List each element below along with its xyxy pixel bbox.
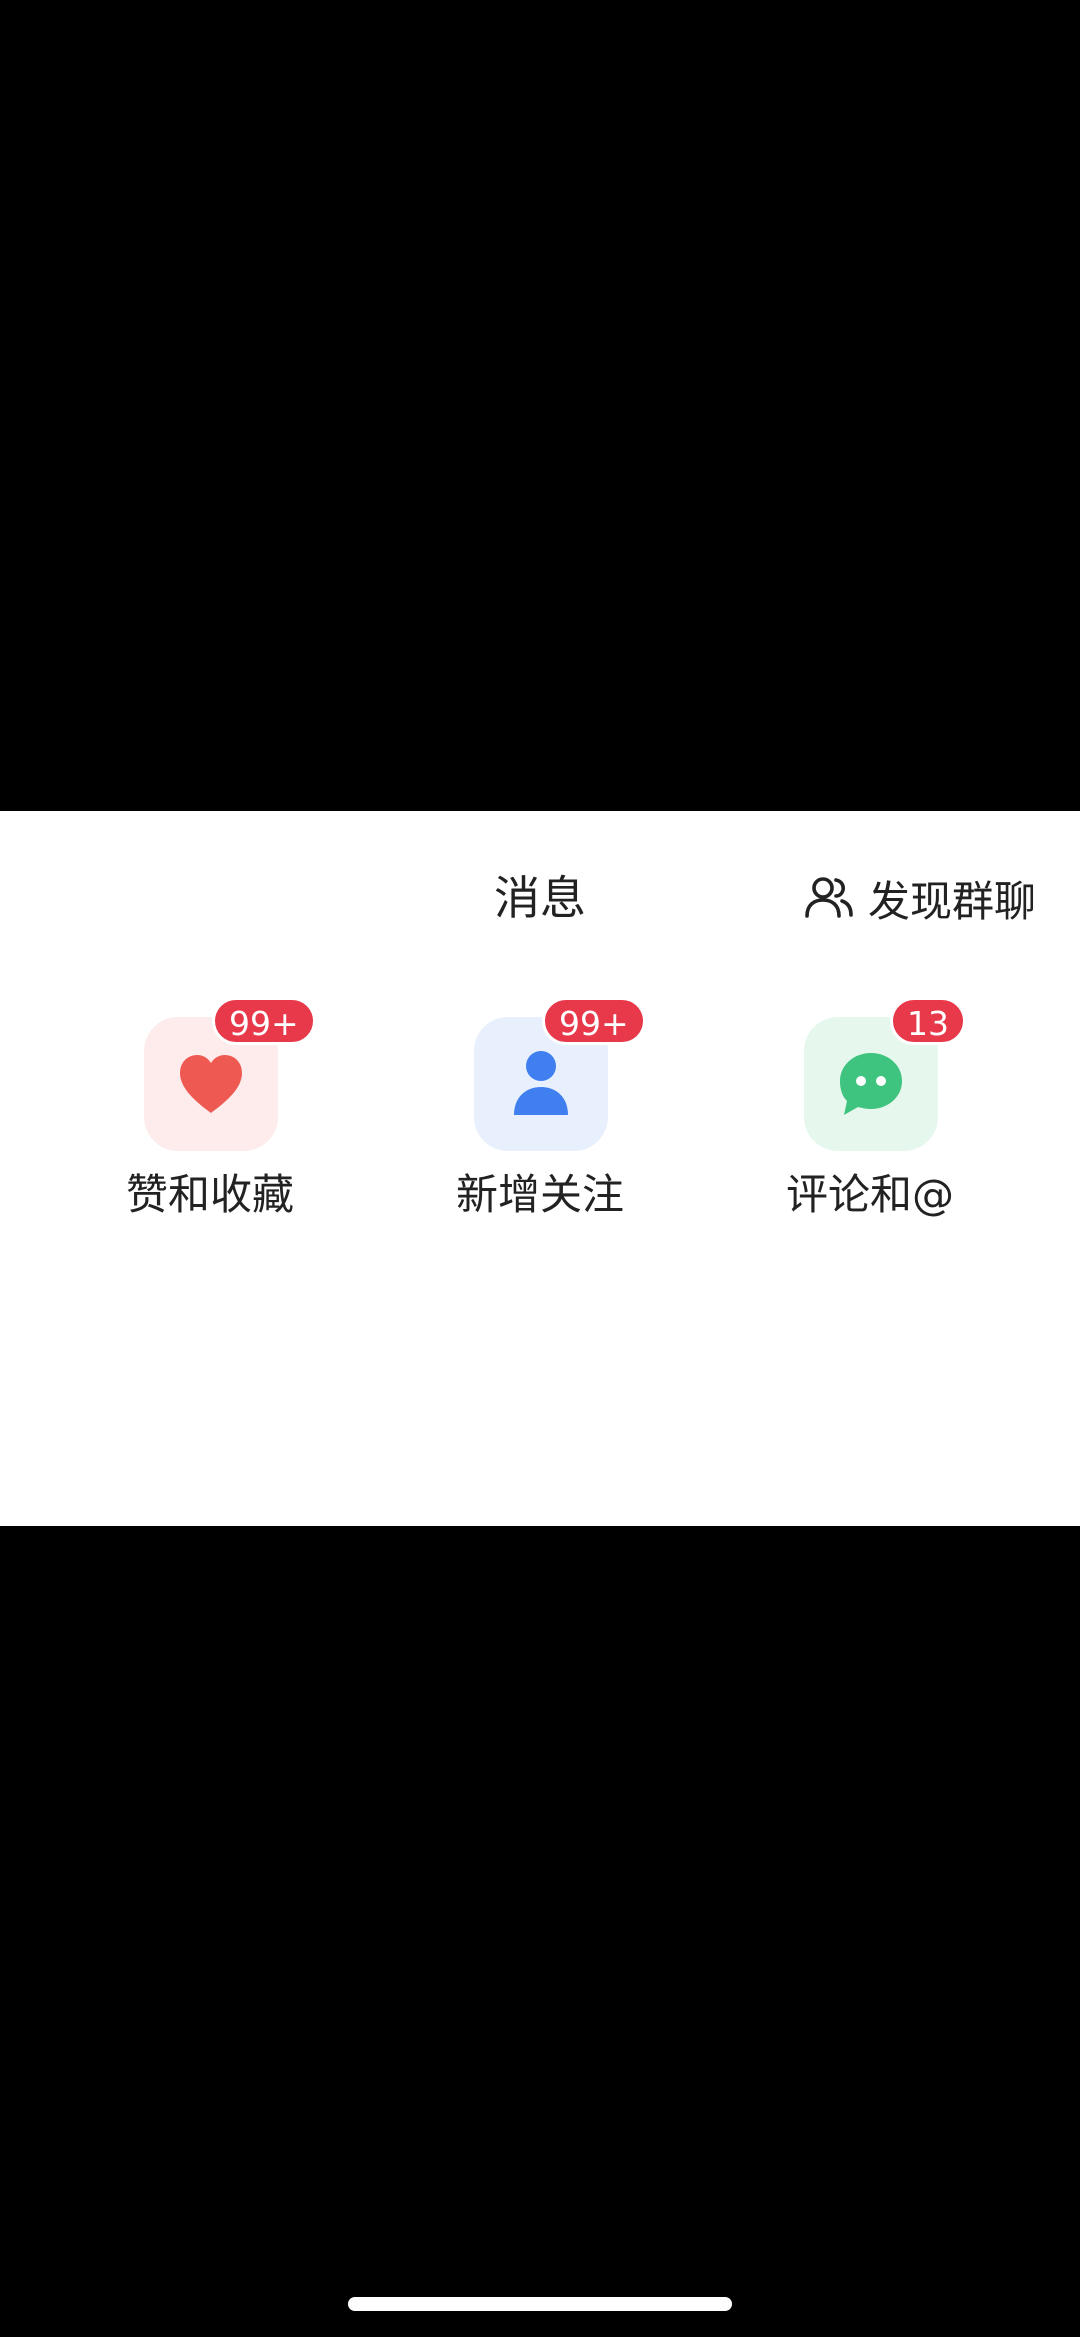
likes-and-favorites-label: 赞和收藏 <box>125 1170 294 1219</box>
comments-and-mentions-label: 评论和@ <box>785 1170 954 1219</box>
new-followers-shortcut[interactable]: 99+ 新增关注 <box>390 987 690 1227</box>
likes-and-favorites-shortcut[interactable]: 99+ 赞和收藏 <box>60 987 360 1227</box>
message-shortcuts: 99+ 赞和收藏 99+ 新增关注 13 评论和@ <box>0 987 1080 1227</box>
screen: 消息 发现群聊 99+ 赞和收藏 99+ 新增关注 13 评论和@ <box>0 0 1080 2337</box>
likes-badge: 99+ <box>212 997 316 1045</box>
discover-group-chat-label: 发现群聊 <box>867 876 1036 926</box>
person-icon <box>514 1051 568 1115</box>
comments-badge: 13 <box>890 997 966 1045</box>
home-indicator[interactable] <box>348 2297 732 2311</box>
followers-badge: 99+ <box>542 997 646 1045</box>
chat-bubble-icon <box>840 1053 902 1115</box>
heart-icon <box>180 1055 242 1113</box>
discover-group-chat-button[interactable]: 发现群聊 <box>802 863 1036 933</box>
messages-panel: 消息 发现群聊 99+ 赞和收藏 99+ 新增关注 13 评论和@ <box>0 811 1080 1526</box>
group-users-icon <box>805 877 853 918</box>
new-followers-label: 新增关注 <box>455 1170 624 1219</box>
comments-and-mentions-shortcut[interactable]: 13 评论和@ <box>720 987 1020 1227</box>
